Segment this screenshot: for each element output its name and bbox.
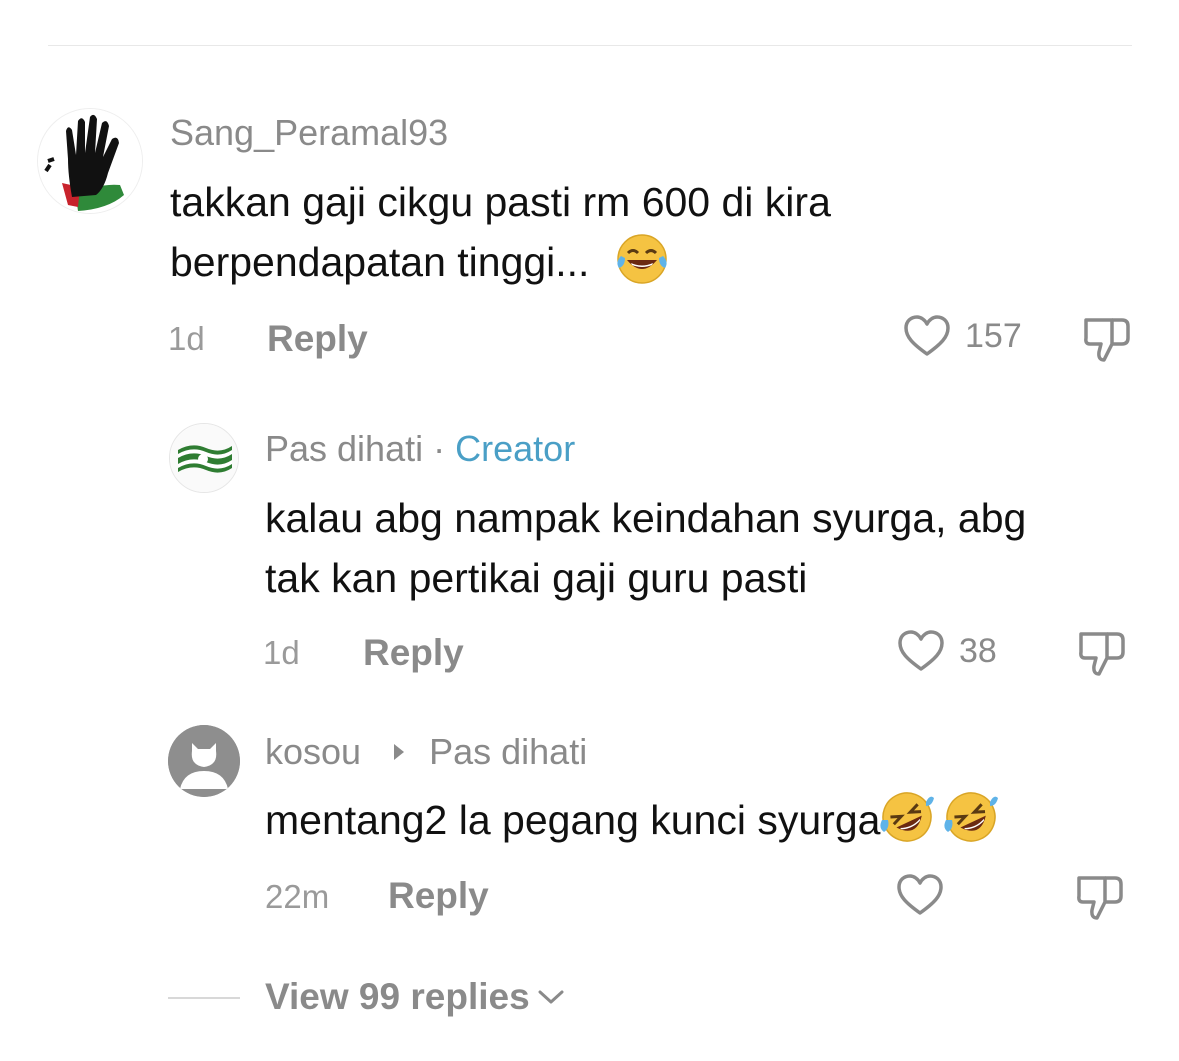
thumbs-down-icon: [1077, 876, 1123, 920]
like-button[interactable]: 157: [903, 314, 1022, 358]
comment-username[interactable]: Sang_Peramal93: [170, 112, 448, 154]
reply-button[interactable]: Reply: [267, 318, 368, 360]
like-count: 157: [965, 316, 1022, 355]
comment-username-line: Pas dihati · Creator: [265, 428, 575, 470]
reply-button[interactable]: Reply: [363, 632, 464, 674]
reply-to-username[interactable]: Pas dihati: [429, 731, 587, 772]
like-button[interactable]: 38: [897, 629, 997, 673]
avatar[interactable]: [37, 108, 143, 214]
avatar[interactable]: [169, 423, 239, 493]
comment-username[interactable]: Pas dihati: [265, 428, 423, 469]
heart-icon: [897, 874, 943, 915]
comment-username-line: kosou Pas dihati: [265, 731, 587, 773]
hand-avatar-icon: [38, 109, 142, 213]
comment-text: takkan gaji cikgu pasti rm 600 di kira b…: [170, 172, 1130, 292]
flag-avatar-icon: [170, 424, 238, 492]
dislike-button[interactable]: [1077, 628, 1127, 683]
creator-badge: Creator: [455, 428, 576, 469]
separator-dot: ·: [433, 428, 446, 469]
dislike-button[interactable]: [1082, 314, 1132, 369]
avatar[interactable]: [168, 725, 240, 797]
heart-icon: [904, 315, 950, 356]
reply-button[interactable]: Reply: [388, 875, 489, 917]
comment-text-line-2: berpendapatan tinggi...: [170, 232, 1130, 292]
comment-text: kalau abg nampak keindahan syurga, abg t…: [265, 488, 1165, 608]
comment-timestamp: 22m: [265, 878, 330, 915]
view-replies-label: View 99 replies: [265, 976, 530, 1017]
comment-text-line: kalau abg nampak keindahan syurga, abg: [265, 495, 1027, 541]
default-user-avatar-icon: [168, 725, 240, 797]
comment-text-line: takkan gaji cikgu pasti rm 600 di kira: [170, 179, 831, 225]
top-divider: [48, 45, 1132, 46]
comment-text-line-2: tak kan pertikai gaji guru pasti: [265, 555, 808, 601]
view-replies-button[interactable]: View 99 replies: [265, 976, 564, 1018]
like-button[interactable]: [896, 873, 944, 917]
reply-arrow-icon: [394, 744, 405, 760]
thumbs-down-icon: [1084, 318, 1130, 362]
comment-text: mentang2 la pegang kunci syurga: [265, 790, 1165, 850]
rolling-on-the-floor-laughing-icon: [880, 792, 935, 842]
replies-divider-line: [168, 997, 240, 999]
face-with-tears-of-joy-icon: [617, 234, 667, 284]
comment-timestamp: 1d: [168, 320, 205, 357]
heart-icon: [898, 630, 944, 671]
thumbs-down-icon: [1079, 632, 1125, 676]
like-count: 38: [959, 631, 997, 670]
rolling-on-the-floor-laughing-icon: [944, 792, 999, 842]
chevron-down-icon: [538, 990, 564, 1004]
comment-username[interactable]: kosou: [265, 731, 361, 772]
dislike-button[interactable]: [1075, 872, 1125, 927]
comment-timestamp: 1d: [263, 634, 300, 671]
